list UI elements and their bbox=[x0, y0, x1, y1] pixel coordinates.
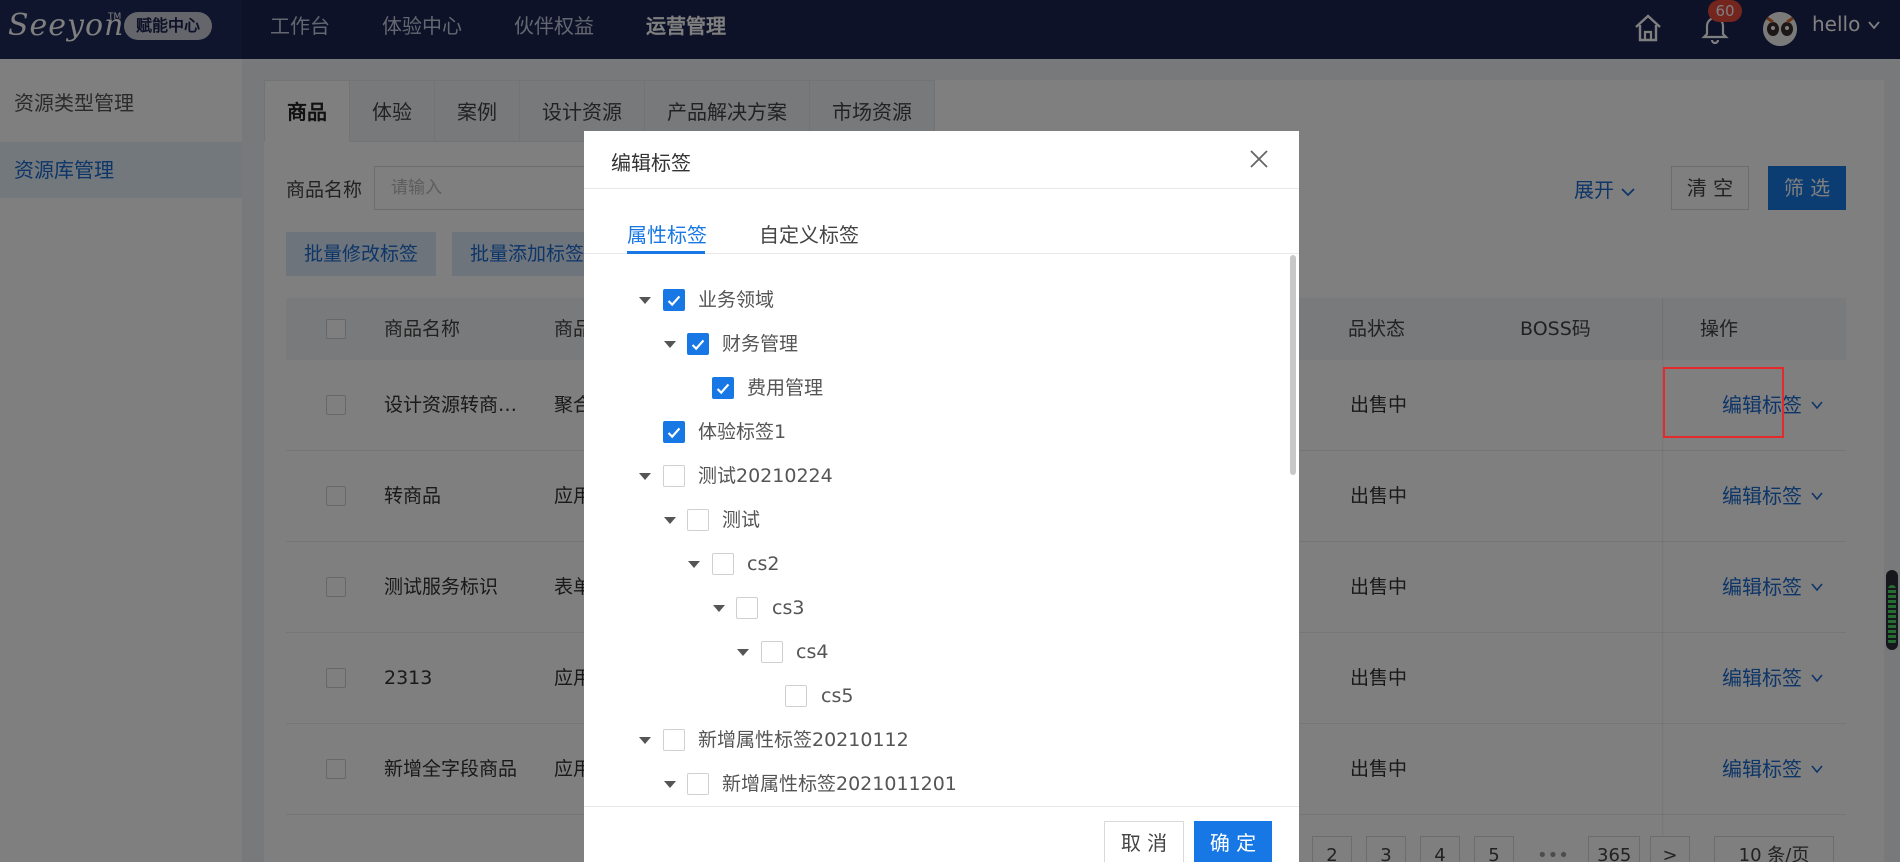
modal-tabs: 属性标签 自定义标签 bbox=[584, 189, 1299, 254]
tree-node[interactable]: cs3 bbox=[584, 593, 1284, 623]
check-icon bbox=[667, 295, 681, 307]
tree-checkbox[interactable] bbox=[712, 377, 734, 399]
check-icon bbox=[667, 427, 681, 439]
caret-down-icon[interactable] bbox=[713, 605, 725, 612]
caret-down-icon[interactable] bbox=[639, 473, 651, 480]
modal-title: 编辑标签 bbox=[611, 151, 691, 175]
tree-node[interactable]: cs5 bbox=[584, 681, 1284, 711]
caret-down-icon[interactable] bbox=[639, 297, 651, 304]
tree-node-label: cs3 bbox=[772, 597, 805, 619]
tree-checkbox[interactable] bbox=[687, 773, 709, 795]
tree-node[interactable]: 财务管理 bbox=[584, 329, 1284, 359]
caret-down-icon[interactable] bbox=[737, 649, 749, 656]
tree-checkbox[interactable] bbox=[687, 509, 709, 531]
tag-tree: 业务领域 财务管理 费用管理 体验标签1 测试20210224 测试 cs2 c… bbox=[584, 255, 1299, 806]
tab-attribute-tags[interactable]: 属性标签 bbox=[627, 219, 707, 248]
tree-node-label: cs5 bbox=[821, 685, 854, 707]
tab-custom-tags[interactable]: 自定义标签 bbox=[759, 219, 859, 248]
caret-down-icon[interactable] bbox=[639, 737, 651, 744]
tree-checkbox[interactable] bbox=[712, 553, 734, 575]
tree-checkbox[interactable] bbox=[663, 289, 685, 311]
active-tab-indicator bbox=[627, 251, 705, 254]
tree-node-label: 新增属性标签2021011201 bbox=[722, 773, 957, 795]
tree-checkbox[interactable] bbox=[785, 685, 807, 707]
tree-node-label: 财务管理 bbox=[722, 333, 799, 355]
tree-node[interactable]: 业务领域 bbox=[584, 285, 1284, 315]
tree-node-label: 体验标签1 bbox=[698, 421, 787, 443]
tree-node[interactable]: 测试20210224 bbox=[584, 461, 1284, 491]
edit-tags-modal: 编辑标签 属性标签 自定义标签 业务领域 财务管理 费用管理 体验标签1 测试2… bbox=[584, 131, 1299, 862]
tree-node[interactable]: cs2 bbox=[584, 549, 1284, 579]
caret-down-icon[interactable] bbox=[664, 341, 676, 348]
highlight-edit-tags bbox=[1663, 367, 1784, 438]
tree-node-label: 新增属性标签20210112 bbox=[698, 729, 909, 751]
check-icon bbox=[716, 383, 730, 395]
close-icon[interactable] bbox=[1248, 148, 1270, 170]
tree-node[interactable]: cs4 bbox=[584, 637, 1284, 667]
tree-checkbox[interactable] bbox=[663, 421, 685, 443]
caret-down-icon[interactable] bbox=[664, 517, 676, 524]
tree-scrollbar[interactable] bbox=[1290, 255, 1296, 475]
caret-down-icon[interactable] bbox=[664, 781, 676, 788]
confirm-button[interactable]: 确 定 bbox=[1194, 821, 1272, 862]
tree-checkbox[interactable] bbox=[687, 333, 709, 355]
tree-node[interactable]: 费用管理 bbox=[584, 373, 1284, 403]
modal-header: 编辑标签 bbox=[584, 131, 1299, 189]
tree-node[interactable]: 新增属性标签20210112 bbox=[584, 725, 1284, 755]
tree-node-label: 业务领域 bbox=[698, 289, 775, 311]
tree-checkbox[interactable] bbox=[663, 465, 685, 487]
tree-node-label: cs4 bbox=[796, 641, 829, 663]
tree-checkbox[interactable] bbox=[663, 729, 685, 751]
tree-node-label: 费用管理 bbox=[747, 377, 824, 399]
check-icon bbox=[691, 339, 705, 351]
tree-node-label: 测试20210224 bbox=[698, 465, 833, 487]
tree-node-label: 测试 bbox=[722, 509, 761, 531]
modal-footer: 取 消 确 定 bbox=[584, 806, 1299, 862]
caret-down-icon[interactable] bbox=[688, 561, 700, 568]
tree-node-label: cs2 bbox=[747, 553, 780, 575]
tree-node[interactable]: 测试 bbox=[584, 505, 1284, 535]
tree-node[interactable]: 体验标签1 bbox=[584, 417, 1284, 447]
cancel-button[interactable]: 取 消 bbox=[1104, 821, 1184, 862]
tree-checkbox[interactable] bbox=[736, 597, 758, 619]
tree-node[interactable]: 新增属性标签2021011201 bbox=[584, 769, 1284, 799]
tree-checkbox[interactable] bbox=[761, 641, 783, 663]
